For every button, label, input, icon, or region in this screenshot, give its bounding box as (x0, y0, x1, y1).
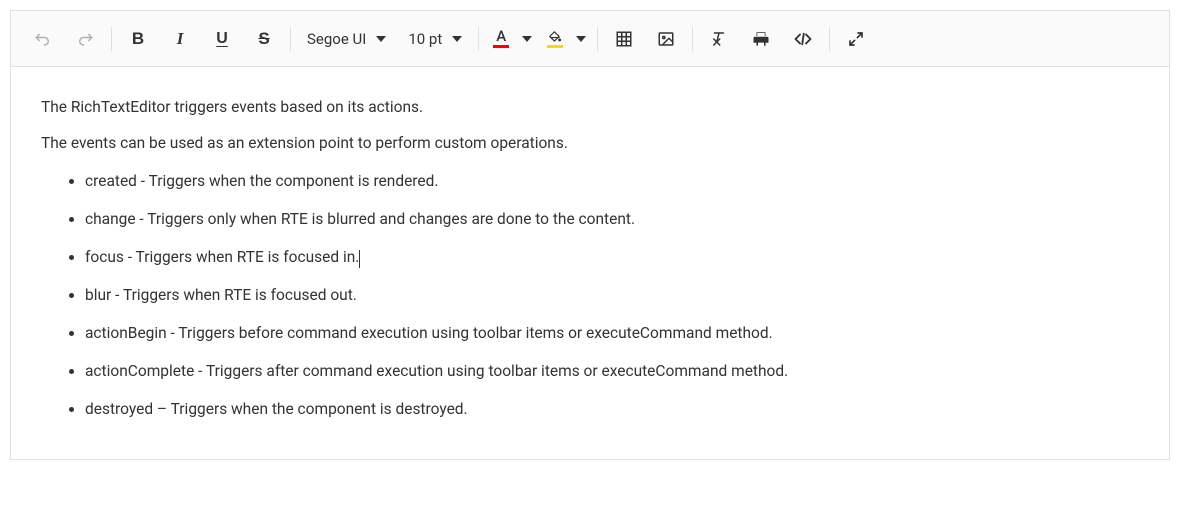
paragraph: The RichTextEditor triggers events based… (41, 95, 1139, 119)
table-icon (615, 30, 633, 48)
redo-icon (76, 30, 94, 48)
fullscreen-button[interactable] (836, 19, 876, 59)
strikethrough-button[interactable]: S (244, 19, 284, 59)
rich-text-editor: B I U S Segoe UI 10 pt A (10, 10, 1170, 460)
background-color-dropdown[interactable] (571, 19, 591, 59)
underline-icon: U (216, 30, 228, 48)
list-item: focus - Triggers when RTE is focused in. (85, 245, 1139, 269)
toolbar-separator (290, 27, 291, 51)
source-code-button[interactable] (783, 19, 823, 59)
list-item: blur - Triggers when RTE is focused out. (85, 283, 1139, 307)
image-icon (657, 30, 675, 48)
chevron-down-icon (452, 36, 462, 42)
italic-icon: I (177, 29, 184, 49)
list-item: actionBegin - Triggers before command ex… (85, 321, 1139, 345)
font-color-icon: A (496, 29, 506, 44)
underline-button[interactable]: U (202, 19, 242, 59)
clear-format-icon (710, 30, 728, 48)
toolbar-separator (478, 27, 479, 51)
chevron-down-icon (576, 36, 586, 42)
bold-button[interactable]: B (118, 19, 158, 59)
chevron-down-icon (522, 36, 532, 42)
redo-button[interactable] (65, 19, 105, 59)
insert-table-button[interactable] (604, 19, 644, 59)
font-color-picker[interactable]: A (485, 19, 537, 59)
font-name-label: Segoe UI (307, 30, 366, 48)
insert-image-button[interactable] (646, 19, 686, 59)
list-item: actionComplete - Triggers after command … (85, 359, 1139, 383)
toolbar-separator (692, 27, 693, 51)
undo-icon (34, 30, 52, 48)
font-size-dropdown[interactable]: 10 pt (398, 19, 472, 59)
undo-button[interactable] (23, 19, 63, 59)
font-name-dropdown[interactable]: Segoe UI (297, 19, 396, 59)
italic-button[interactable]: I (160, 19, 200, 59)
editor-content[interactable]: The RichTextEditor triggers events based… (11, 67, 1169, 459)
clear-format-button[interactable] (699, 19, 739, 59)
list-item: destroyed – Triggers when the component … (85, 397, 1139, 421)
strikethrough-icon: S (258, 29, 269, 49)
code-icon (793, 30, 813, 48)
toolbar: B I U S Segoe UI 10 pt A (11, 11, 1169, 67)
toolbar-separator (111, 27, 112, 51)
fullscreen-icon (848, 31, 864, 47)
font-size-label: 10 pt (408, 30, 442, 48)
paragraph: The events can be used as an extension p… (41, 131, 1139, 155)
list-item: created - Triggers when the component is… (85, 169, 1139, 193)
chevron-down-icon (376, 36, 386, 42)
list-item: change - Triggers only when RTE is blurr… (85, 207, 1139, 231)
bold-icon: B (132, 29, 144, 49)
background-color-picker[interactable] (539, 19, 591, 59)
toolbar-separator (829, 27, 830, 51)
print-icon (752, 30, 770, 48)
toolbar-separator (597, 27, 598, 51)
print-button[interactable] (741, 19, 781, 59)
event-list: created - Triggers when the component is… (41, 169, 1139, 421)
paint-bucket-icon (547, 30, 563, 44)
font-color-dropdown[interactable] (517, 19, 537, 59)
